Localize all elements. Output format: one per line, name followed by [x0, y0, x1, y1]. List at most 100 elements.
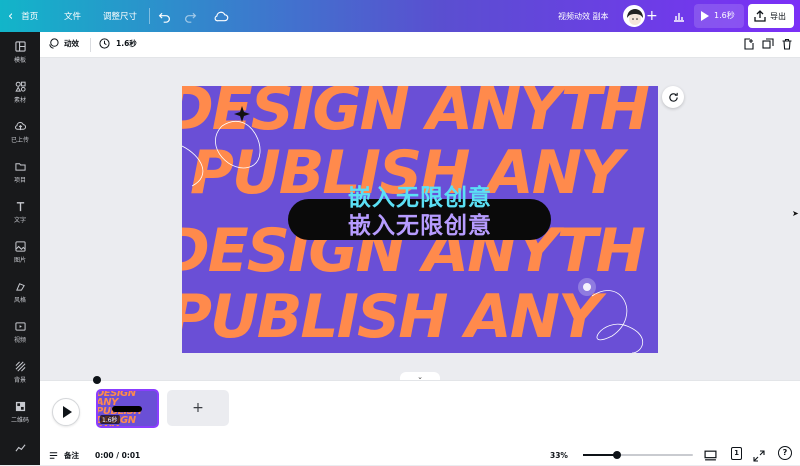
sidebar-item-elements[interactable]: 素材: [0, 72, 40, 112]
redo-button[interactable]: [184, 0, 197, 32]
add-page-button[interactable]: [743, 38, 755, 52]
clock-icon: [99, 38, 110, 49]
export-button[interactable]: 导出: [748, 4, 794, 28]
add-page-tile[interactable]: +: [167, 390, 229, 426]
cursor-icon: ➤: [792, 209, 799, 218]
sidebar-item-label: 项目: [13, 176, 26, 184]
animate-icon: [49, 38, 59, 49]
sidebar-item-styles[interactable]: 风格: [0, 272, 40, 312]
thumbnail-pill: [112, 406, 142, 412]
delete-page-button[interactable]: [781, 38, 793, 52]
context-toolbar: 动效 1.6秒: [40, 32, 800, 58]
zoom-slider-thumb[interactable]: [613, 451, 621, 459]
grid-view-button[interactable]: [704, 447, 717, 466]
playhead-marker[interactable]: [93, 376, 101, 384]
chart-icon: [14, 443, 26, 451]
timeline-play-button[interactable]: [52, 398, 80, 426]
sidebar-item-projects[interactable]: 项目: [0, 152, 40, 192]
duplicate-icon: [762, 38, 774, 49]
upload-icon: [14, 121, 26, 130]
avatar[interactable]: [623, 5, 645, 27]
duration-label: 1.6秒: [116, 39, 137, 48]
zoom-slider-fill: [583, 454, 617, 456]
resize-label: 调整尺寸: [103, 12, 138, 22]
add-collaborator-button[interactable]: +: [646, 0, 658, 32]
home-label: 首页: [21, 12, 39, 22]
document-title[interactable]: 视频动效 副本: [558, 0, 609, 32]
sidebar-item-qrcode[interactable]: 二维码: [0, 392, 40, 432]
duplicate-page-button[interactable]: [762, 38, 774, 52]
bar-chart-icon: [674, 13, 684, 22]
sidebar-item-label: 图片: [13, 256, 26, 264]
background-icon: [15, 361, 25, 371]
zoom-slider[interactable]: [583, 451, 693, 459]
divider: [90, 38, 91, 52]
document-title-text: 视频动效 副本: [558, 11, 609, 21]
sidebar-item-label: 文字: [13, 216, 26, 224]
export-label: 导出: [770, 12, 786, 21]
page-thumbnail[interactable]: DESIGN ANYPUBLISHDESIGN ANYPUBLISH ANY 1…: [96, 389, 159, 428]
plus-icon: +: [646, 8, 658, 24]
top-bar: ‹ 首页 文件 调整尺寸 视频动效 副本 + 1.6秒 导出: [0, 0, 800, 32]
redo-icon: [185, 12, 197, 23]
sidebar-item-text[interactable]: 文字: [0, 192, 40, 232]
design-page[interactable]: DESIGN ANYTH PUBLISH ANY DESIGN ANYTH PU…: [182, 86, 658, 353]
file-label: 文件: [64, 12, 82, 22]
sidebar-item-label: 视频: [13, 336, 26, 344]
sidebar-item-photos[interactable]: 图片: [0, 232, 40, 272]
animate-button[interactable]: 动效: [48, 38, 79, 49]
chevron-left-icon: ‹: [8, 8, 14, 24]
refresh-icon: [668, 92, 678, 102]
divider: [149, 8, 150, 24]
play-icon: [63, 406, 72, 418]
fullscreen-button[interactable]: [753, 447, 765, 466]
folder-icon: [14, 162, 26, 171]
play-icon: [701, 11, 709, 21]
notes-label: 备注: [64, 451, 79, 460]
refresh-design-button[interactable]: [662, 86, 684, 108]
undo-icon: [158, 12, 170, 23]
sidebar-item-charts[interactable]: [0, 432, 40, 465]
grid-view-icon: [704, 450, 717, 461]
cloud-icon: [214, 11, 229, 21]
sidebar-item-templates[interactable]: 模板: [0, 32, 40, 72]
text-icon: [16, 201, 24, 211]
notes-button[interactable]: 备注: [48, 450, 79, 461]
duration-button[interactable]: 1.6秒: [99, 38, 137, 49]
insights-button[interactable]: [665, 0, 693, 32]
sidebar-item-label: 素材: [13, 96, 26, 104]
sidebar-item-label: 模板: [13, 56, 26, 64]
side-panel: 模板 素材 已上传 项目 文字 图片 风格 视频 背景 二维码: [0, 32, 40, 465]
avatar-face-icon: [627, 9, 643, 25]
sidebar-item-background[interactable]: 背景: [0, 352, 40, 392]
cloud-save-status[interactable]: [214, 0, 229, 32]
add-page-icon: [744, 38, 754, 50]
plus-icon: +: [192, 400, 204, 416]
thumbnail-duration: 1.6秒: [100, 415, 120, 424]
qrcode-icon: [15, 401, 25, 411]
sidebar-item-uploads[interactable]: 已上传: [0, 112, 40, 152]
image-icon: [14, 240, 26, 252]
page-number-button[interactable]: 1: [731, 447, 742, 460]
sidebar-item-label: 背景: [13, 376, 26, 384]
sidebar-item-videos[interactable]: 视频: [0, 312, 40, 352]
zoom-percent[interactable]: 33%: [550, 451, 568, 460]
sidebar-item-label: 风格: [13, 296, 26, 304]
time-readout: 0:00 / 0:01: [95, 451, 141, 460]
video-icon: [14, 321, 26, 331]
help-icon[interactable]: ?: [778, 446, 792, 460]
notes-icon: [49, 452, 58, 459]
template-icon: [14, 40, 26, 52]
play-duration: 1.6秒: [714, 11, 735, 20]
undo-button[interactable]: [158, 0, 171, 32]
style-icon: [15, 282, 25, 291]
home-button[interactable]: ‹ 首页: [8, 0, 38, 32]
timeline-panel: DESIGN ANYPUBLISHDESIGN ANYPUBLISH ANY 1…: [40, 376, 800, 466]
resize-menu[interactable]: 调整尺寸: [103, 0, 137, 32]
sidebar-item-label: 二维码: [10, 416, 29, 424]
play-button[interactable]: 1.6秒: [694, 4, 744, 28]
sidebar-item-label: 已上传: [10, 136, 29, 144]
headline-text-lavender: 嵌入无限创意: [348, 213, 492, 239]
sparkle-icon: [234, 106, 250, 122]
file-menu[interactable]: 文件: [64, 0, 81, 32]
